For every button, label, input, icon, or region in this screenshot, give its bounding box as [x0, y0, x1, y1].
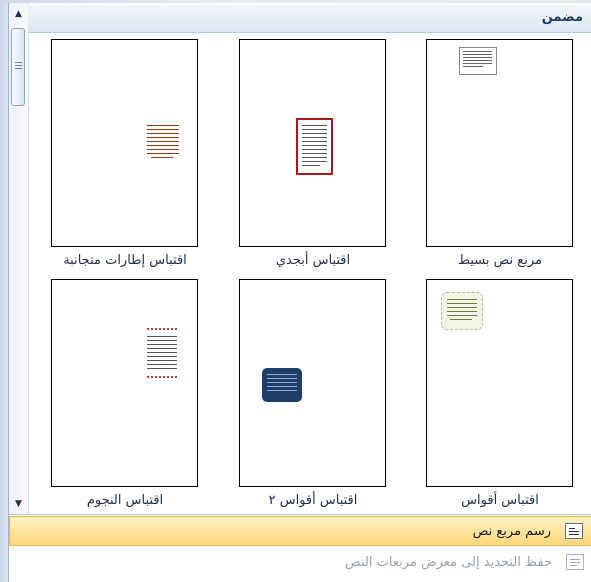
gallery-scrollbar[interactable]: ▲ ▼	[9, 3, 29, 515]
preview-alphabet-box	[296, 118, 333, 175]
gallery-item-simple-textbox[interactable]: مربع نص بسيط	[424, 39, 584, 269]
save-selection-menu-item[interactable]: حفظ التحديد إلى معرض مربعات النص	[9, 548, 591, 578]
thumbnail-simple-textbox	[426, 39, 573, 247]
preview-textbox	[459, 47, 497, 75]
scroll-up-icon[interactable]: ▲	[9, 5, 28, 23]
menu-separator	[9, 514, 591, 515]
item-label: اقتباس النجوم	[86, 493, 164, 508]
thumb-grip	[15, 65, 22, 66]
item-label: اقتباس أقواس ٢	[268, 493, 358, 508]
gallery-item-stars-quote[interactable]: اقتباس النجوم	[49, 279, 209, 509]
item-label: مربع نص بسيط	[458, 253, 542, 268]
preview-stars-text	[147, 328, 179, 384]
gallery-item-alphabet-quote[interactable]: اقتباس أبجدي	[237, 39, 397, 269]
item-label: اقتباس أبجدي	[275, 253, 351, 268]
preview-tiles-text	[147, 125, 182, 167]
thumbnail-braces-quote	[426, 279, 573, 487]
thumbnail-tiles-quote	[51, 39, 198, 247]
window-left-edge	[0, 3, 8, 582]
draw-textbox-label: رسم مربع نص	[472, 524, 551, 539]
preview-braces-box	[441, 292, 483, 330]
thumbnail-braces2-quote	[239, 279, 386, 487]
item-label: اقتباس أقواس	[461, 493, 539, 508]
thumb-grip	[15, 62, 22, 63]
draw-textbox-menu-item[interactable]: رسم مربع نص	[9, 516, 591, 546]
preview-braces2-box	[262, 368, 302, 402]
item-label: اقتباس إطارات متجانبة	[63, 253, 187, 268]
gallery-item-tiles-quote[interactable]: اقتباس إطارات متجانبة	[49, 39, 209, 269]
thumb-grip	[15, 68, 22, 69]
gallery-item-braces2-quote[interactable]: اقتباس أقواس ٢	[237, 279, 397, 509]
thumbnail-stars-quote	[51, 279, 198, 487]
gallery-item-braces-quote[interactable]: اقتباس أقواس	[424, 279, 584, 509]
thumbnail-alphabet-quote	[239, 39, 386, 247]
textbox-save-icon	[566, 554, 584, 570]
textbox-draw-icon	[565, 523, 583, 539]
textbox-gallery-panel: ▲ ▼ مضمن مربع نص بسيط اقتباس أبجدي اقتبا…	[8, 3, 591, 582]
section-header-label: مضمن	[541, 10, 583, 25]
save-selection-label: حفظ التحديد إلى معرض مربعات النص	[345, 555, 552, 570]
scroll-down-icon[interactable]: ▼	[9, 495, 28, 513]
scroll-thumb[interactable]	[11, 28, 25, 106]
gallery-section-header: مضمن	[28, 5, 591, 33]
